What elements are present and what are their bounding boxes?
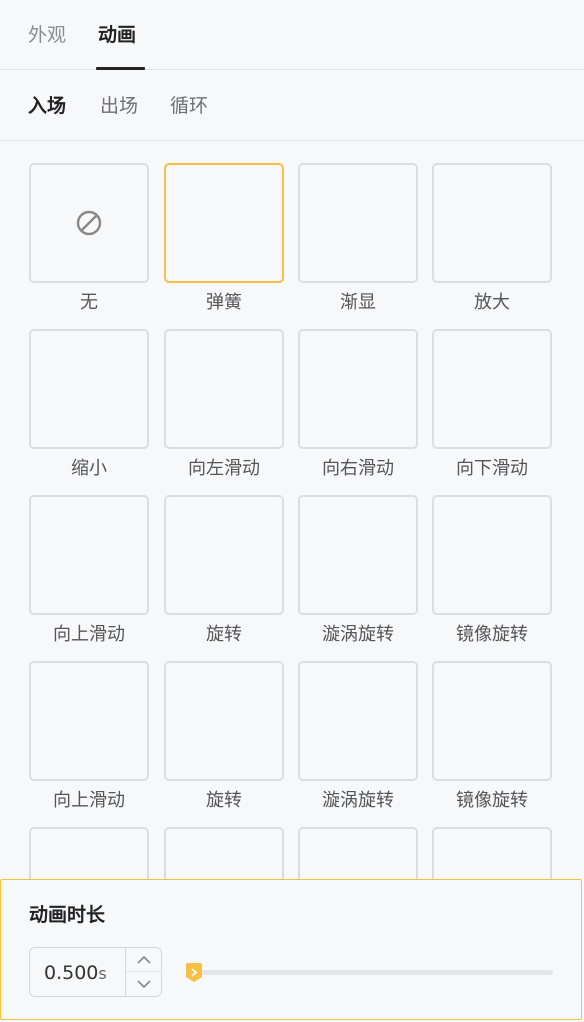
animation-option[interactable]: 镜像旋转	[432, 495, 552, 647]
animation-preview[interactable]	[432, 329, 552, 449]
duration-input[interactable]: 0.500s	[29, 947, 162, 997]
animation-option[interactable]: 向下滑动	[432, 329, 552, 481]
animation-preview[interactable]	[298, 495, 418, 615]
chevron-down-icon	[137, 980, 151, 989]
animation-option[interactable]	[29, 827, 149, 881]
animation-preview[interactable]	[29, 827, 149, 881]
animation-label: 镜像旋转	[456, 624, 528, 645]
tab-animation[interactable]: 动画	[98, 22, 136, 48]
animation-label: 渐显	[340, 292, 376, 313]
animation-preview[interactable]	[29, 661, 149, 781]
animation-label: 向右滑动	[322, 458, 394, 479]
animation-label: 向下滑动	[456, 458, 528, 479]
animation-label: 无	[80, 292, 98, 313]
animation-preview[interactable]	[432, 661, 552, 781]
duration-value-text[interactable]: 0.500s	[44, 960, 107, 987]
animation-label: 缩小	[71, 458, 107, 479]
slider-thumb-icon	[186, 963, 203, 982]
animation-label: 旋转	[206, 624, 242, 645]
animation-preview[interactable]	[164, 495, 284, 615]
animation-option[interactable]: 漩涡旋转	[298, 495, 418, 647]
duration-slider[interactable]	[186, 963, 553, 982]
animation-label: 向上滑动	[53, 790, 125, 811]
animation-preview[interactable]	[432, 827, 552, 881]
no-entry-icon	[76, 210, 102, 236]
animation-option[interactable]	[164, 827, 284, 881]
animation-option[interactable]	[432, 827, 552, 881]
animation-preview[interactable]	[298, 661, 418, 781]
animation-label: 漩涡旋转	[322, 790, 394, 811]
tab-loop[interactable]: 循环	[170, 93, 208, 119]
animation-preview[interactable]	[432, 495, 552, 615]
decrement-button[interactable]	[126, 972, 162, 996]
animation-option[interactable]: 向上滑动	[29, 661, 149, 813]
animation-preview[interactable]	[298, 329, 418, 449]
animation-label: 漩涡旋转	[322, 624, 394, 645]
animation-label: 向上滑动	[53, 624, 125, 645]
animation-preview[interactable]	[164, 163, 284, 283]
duration-value: 0.500	[44, 962, 99, 984]
animation-option[interactable]: 旋转	[164, 495, 284, 647]
animation-option[interactable]: 弹簧	[164, 163, 284, 315]
tab-exit[interactable]: 出场	[100, 93, 138, 119]
animation-label: 向左滑动	[188, 458, 260, 479]
animation-option[interactable]: 漩涡旋转	[298, 661, 418, 813]
animation-option[interactable]: 放大	[432, 163, 552, 315]
animation-preview[interactable]	[298, 827, 418, 881]
chevron-up-icon	[137, 955, 151, 964]
animation-label: 放大	[474, 292, 510, 313]
animation-preview[interactable]	[29, 163, 149, 283]
animation-option[interactable]: 向左滑动	[164, 329, 284, 481]
animation-preview[interactable]	[164, 827, 284, 881]
animation-option[interactable]: 镜像旋转	[432, 661, 552, 813]
duration-stepper	[125, 948, 162, 996]
slider-handle[interactable]	[186, 963, 203, 982]
animation-option[interactable]: 无	[29, 163, 149, 315]
top-tab-bar: 外观 动画	[0, 0, 584, 70]
increment-button[interactable]	[126, 948, 162, 972]
animation-preview[interactable]	[298, 163, 418, 283]
animation-option[interactable]	[298, 827, 418, 881]
animation-option[interactable]: 渐显	[298, 163, 418, 315]
sub-tab-bar: 入场 出场 循环	[0, 71, 584, 141]
active-tab-indicator	[96, 67, 145, 70]
animation-label: 旋转	[206, 790, 242, 811]
tab-enter[interactable]: 入场	[28, 93, 66, 119]
animation-option[interactable]: 向右滑动	[298, 329, 418, 481]
animation-preview[interactable]	[29, 495, 149, 615]
duration-title: 动画时长	[29, 904, 106, 926]
animation-preview[interactable]	[29, 329, 149, 449]
tab-appearance[interactable]: 外观	[28, 22, 66, 48]
animation-option[interactable]: 缩小	[29, 329, 149, 481]
animation-label: 弹簧	[206, 292, 242, 313]
duration-unit: s	[98, 964, 107, 983]
animation-preview[interactable]	[164, 661, 284, 781]
duration-panel: 动画时长 0.500s	[0, 879, 582, 1020]
animation-preview[interactable]	[164, 329, 284, 449]
animation-grid: 无弹簧 渐显 放大 缩小 向左滑动 向右滑动 向下滑动 向上滑动 旋转 漩涡旋转 镜像旋转 向上滑动旋…	[0, 141, 584, 881]
animation-option[interactable]: 旋转	[164, 661, 284, 813]
animation-preview[interactable]	[432, 163, 552, 283]
animation-option[interactable]: 向上滑动	[29, 495, 149, 647]
animation-panel: 外观 动画 入场 出场 循环 无 弹簧 渐显 放大缩小 向左滑动 向右滑动 向下滑动向上滑动…	[0, 0, 584, 1022]
animation-label: 镜像旋转	[456, 790, 528, 811]
